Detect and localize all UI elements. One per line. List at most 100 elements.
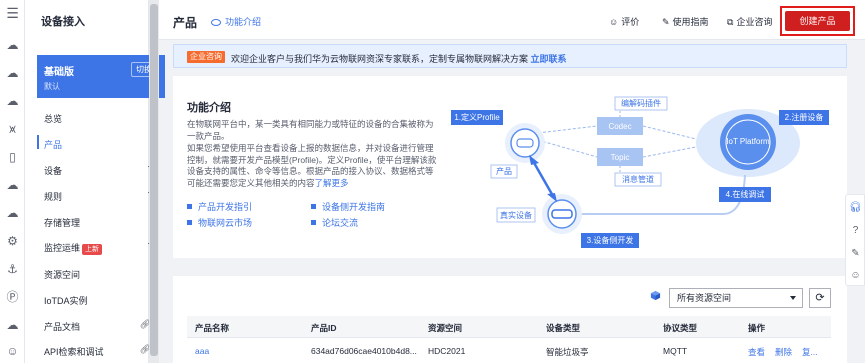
active-indicator (37, 135, 39, 149)
intro-link[interactable]: 功能介绍 (211, 15, 261, 28)
consult-banner: 企业咨询 欢迎企业客户与我们华为云物联网资深专家联系，定制专属物联网解决方案 立… (173, 44, 847, 68)
codec-plugin-label: 编解码插件 (621, 98, 661, 108)
person-icon[interactable]: ☺ (5, 344, 20, 359)
sidebar-item-overview[interactable]: 总览 (44, 112, 154, 125)
sidebar-item-iotda-instance[interactable]: IoTDA实例 (44, 294, 154, 307)
sidebar-item-rules[interactable]: 规则 (44, 190, 154, 203)
delete-action[interactable]: 删除 (775, 346, 792, 358)
copy-action[interactable]: 复... (802, 346, 818, 358)
sidebar: 设备接入 基础版 默认 切换 总览 产品 设备 规则 存储管理 监控运维 上新 资… (25, 0, 165, 363)
chart-icon[interactable]: ⩙ (5, 122, 20, 137)
sidebar-item-product-docs[interactable]: 产品文档 🔗︎ (44, 319, 154, 333)
guide-label: 使用指南 (672, 17, 709, 27)
col-header: 产品ID (311, 323, 337, 333)
step2-label: 2.注册设备 (785, 112, 824, 122)
sidebar-title: 设备接入 (41, 16, 85, 28)
rate-label: 评价 (621, 17, 640, 27)
sidebar-item-resource-space[interactable]: 资源空间 (44, 268, 154, 281)
cloud-icon[interactable]: ☁ (5, 318, 20, 333)
msg-pipe-label: 消息管道 (622, 174, 654, 184)
intro-link-label: 功能介绍 (225, 17, 262, 27)
doc-icon[interactable]: ▯ (5, 150, 20, 165)
consult-label: 企业咨询 (736, 17, 773, 27)
protocol-type: MQTT (663, 346, 688, 356)
resource-space-value: 所有资源空间 (677, 293, 732, 303)
product-name-link[interactable]: aaa (195, 346, 209, 356)
bullet-icon (187, 204, 192, 210)
smile-icon: ☺ (609, 17, 619, 27)
real-device-label: 真实设备 (500, 210, 532, 220)
bullet-icon (311, 204, 316, 210)
sidebar-item-api[interactable]: API检索和调试 🔗︎ (44, 344, 154, 358)
step1-label: 1.定义Profile (454, 112, 500, 122)
cloud-icon[interactable]: ☁ (5, 66, 20, 81)
create-product-button[interactable]: 创建产品 (785, 11, 850, 31)
cloud-icon[interactable]: ☁ (5, 94, 20, 109)
col-header: 协议类型 (663, 323, 698, 333)
icon-rail: ☰ ☁ ☁ ☁ ⩙ ▯ ☁ ☁ ⚙ ⚓ Ⓟ ☁ ☺ (0, 0, 25, 363)
help-icon[interactable]: ? (849, 224, 862, 237)
resource-space-icon (650, 290, 661, 301)
sidebar-scrollbar[interactable] (149, 0, 159, 363)
quick-link-marketplace[interactable]: 物联网云市场 (187, 216, 252, 229)
resource-space-select[interactable]: 所有资源空间 (669, 288, 803, 308)
cloud-icon[interactable]: ☁ (5, 206, 20, 221)
codec-label: Codec (608, 122, 631, 131)
edition-card[interactable]: 基础版 默认 切换 (37, 55, 165, 98)
cloud-icon[interactable]: ☁ (5, 38, 20, 53)
scrollbar-thumb[interactable] (150, 4, 158, 356)
quick-link-label: 物联网云市场 (198, 218, 253, 228)
topic-label: Topic (611, 153, 630, 162)
quick-link-forum[interactable]: 论坛交流 (311, 216, 358, 229)
device-type: 智能垃圾亭 (546, 347, 589, 357)
consult-link[interactable]: ⧉ 企业咨询 (727, 15, 772, 28)
guide-link[interactable]: ✎ 使用指南 (662, 15, 709, 28)
bullet-icon (311, 220, 316, 226)
intro-paragraph-2: 如果您希望使用平台查看设备上报的数据信息，并对设备进行管理控制，就需要开发产品模… (187, 143, 439, 189)
gear-icon[interactable]: ⚙ (5, 234, 20, 249)
menu-icon[interactable]: ☰ (5, 6, 20, 21)
chevron-down-icon (790, 296, 796, 300)
product-table-card: 所有资源空间 ⟳ 产品名称 产品ID 资源空间 设备类型 协议类型 操作 aaa… (173, 276, 847, 363)
intro-title: 功能介绍 (187, 102, 231, 114)
p-icon[interactable]: Ⓟ (5, 290, 20, 305)
product-device-arrow (531, 160, 555, 197)
headset-icon[interactable]: 🎧︎ (849, 201, 862, 214)
col-header: 产品名称 (195, 323, 230, 333)
floating-toolbar: 🎧︎ ? ✎ ☺ (845, 194, 865, 286)
banner-tag: 企业咨询 (187, 51, 225, 63)
anchor-icon[interactable]: ⚓ (5, 262, 20, 277)
rate-link[interactable]: ☺ 评价 (609, 15, 639, 28)
col-header: 操作 (748, 323, 766, 333)
platform-label: IoT Platform (726, 137, 770, 146)
sidebar-item-storage[interactable]: 存储管理 (44, 216, 154, 229)
sidebar-item-monitoring[interactable]: 监控运维 上新 (44, 241, 154, 255)
consult-icon: ⧉ (727, 17, 734, 27)
sidebar-item-label: 规则 (44, 192, 63, 202)
view-action[interactable]: 查看 (748, 346, 765, 358)
new-badge: 上新 (82, 244, 103, 255)
quick-link-device-guide[interactable]: 设备侧开发指南 (311, 200, 385, 213)
sidebar-item-label: API检索和调试 (44, 347, 104, 357)
step3-label: 3.设备侧开发 (587, 235, 634, 245)
sidebar-item-devices[interactable]: 设备 (44, 164, 154, 177)
resource-space: HDC2021 (428, 346, 466, 356)
cloud-icon[interactable]: ☁ (5, 178, 20, 193)
edit-icon: ✎ (662, 17, 670, 27)
workflow-diagram: IoT Platform Codec Topic 编解码插件 消息管道 产品 真… (451, 96, 829, 248)
quick-link-label: 论坛交流 (322, 218, 359, 228)
smile-icon[interactable]: ☺ (849, 269, 862, 282)
edit-icon[interactable]: ✎ (849, 247, 862, 260)
col-header: 资源空间 (428, 323, 463, 333)
contact-now-link[interactable]: 立即联系 (531, 54, 567, 64)
topbar: 产品 功能介绍 ☺ 评价 ✎ 使用指南 ⧉ 企业咨询 创建产品 (159, 0, 865, 40)
intro-paragraph-2-text: 如果您希望使用平台查看设备上报的数据信息，并对设备进行管理控制，就需要开发产品模… (187, 143, 437, 188)
sidebar-item-label: 设备 (44, 166, 63, 176)
product-id: 634ad76d06cae4010b4d8... (311, 346, 417, 356)
quick-link-dev-guide[interactable]: 产品开发指引 (187, 200, 252, 213)
banner-text: 欢迎企业客户与我们华为云物联网资深专家联系，定制专属物联网解决方案 (231, 54, 529, 64)
learn-more-link[interactable]: 了解更多 (315, 178, 349, 188)
table-row: aaa 634ad76d06cae4010b4d8... HDC2021 智能垃… (187, 338, 831, 363)
refresh-button[interactable]: ⟳ (809, 288, 831, 308)
sidebar-item-products[interactable]: 产品 (44, 138, 154, 151)
